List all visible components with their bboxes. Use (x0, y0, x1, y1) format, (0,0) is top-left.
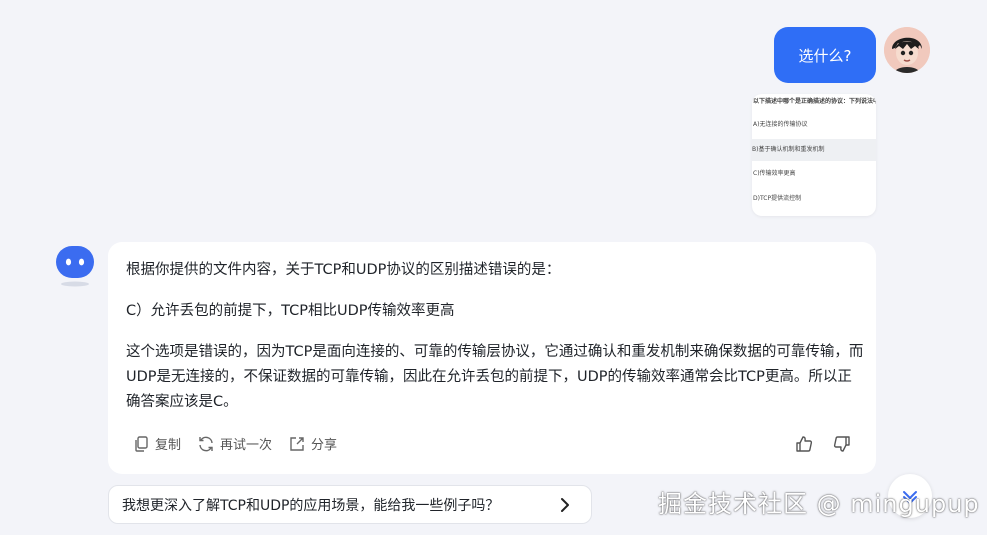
retry-label: 再试一次 (220, 438, 273, 453)
robot-icon (56, 246, 94, 287)
attachment-line: B)基于确认机制和重发机制 (752, 139, 876, 161)
attachment-line: A)无连接的传输协议 (753, 121, 808, 128)
share-button[interactable]: 分享 (288, 434, 337, 453)
thumbs-down-icon[interactable] (832, 434, 852, 454)
suggested-question-text: 我想更深入了解TCP和UDP的应用场景，能给我一些例子吗？ (122, 497, 500, 514)
user-avatar-icon (884, 27, 930, 73)
copy-label: 复制 (155, 438, 182, 453)
attachment-preview[interactable]: 以下描述中哪个是正确描述的协议：下列说法中, A)无连接的传输协议 B)基于确认… (752, 94, 876, 216)
answer-option: C）允许丢包的前提下，TCP相比UDP传输效率更高 (126, 303, 455, 319)
user-message-bubble: 选什么? (774, 27, 876, 83)
chevron-right-icon (561, 498, 569, 512)
watermark: 掘金技术社区 @ mingupup (658, 490, 980, 518)
copy-button[interactable]: 复制 (132, 434, 181, 453)
share-icon (290, 436, 304, 451)
retry-button[interactable]: 再试一次 (197, 434, 272, 453)
share-label: 分享 (311, 438, 338, 453)
user-message-text: 选什么? (798, 46, 852, 65)
answer-intro: 根据你提供的文件内容，关于TCP和UDP协议的区别描述错误的是： (126, 262, 561, 278)
suggested-question[interactable]: 我想更深入了解TCP和UDP的应用场景，能给我一些例子吗？ (108, 485, 592, 524)
answer-explanation: 这个选项是错误的，因为TCP是面向连接的、可靠的传输层协议，它通过确认和重发机制… (126, 344, 864, 410)
copy-icon (135, 435, 148, 452)
bot-avatar (55, 244, 95, 288)
answer-card: 根据你提供的文件内容，关于TCP和UDP协议的区别描述错误的是： C）允许丢包的… (108, 242, 876, 474)
user-avatar[interactable] (884, 27, 930, 73)
attachment-line: D)TCP提供流控制 (753, 195, 802, 202)
refresh-icon (199, 436, 213, 451)
attachment-line: 以下描述中哪个是正确描述的协议：下列说法中, (753, 98, 876, 105)
answer-actions: 复制 再试一次 分享 (132, 434, 337, 453)
feedback-buttons (794, 434, 852, 454)
thumbs-up-icon[interactable] (794, 434, 814, 454)
attachment-line: C)传输效率更高 (753, 170, 796, 177)
